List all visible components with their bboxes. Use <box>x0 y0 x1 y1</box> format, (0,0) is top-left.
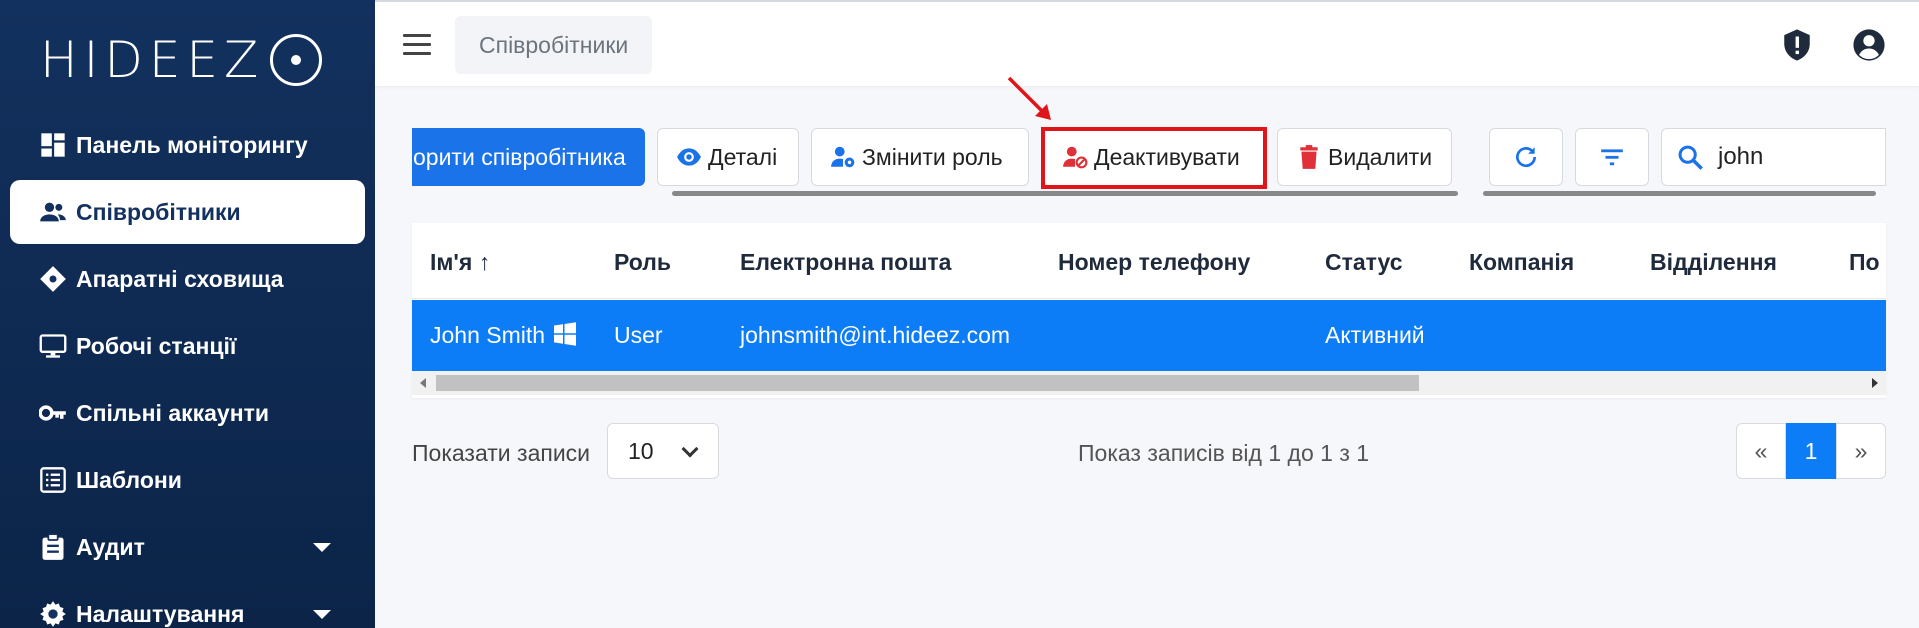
filter-button[interactable] <box>1575 128 1649 186</box>
column-header-email[interactable]: Електронна пошта <box>740 249 951 276</box>
sidebar-item-label: Спільні аккаунти <box>76 399 270 426</box>
change-role-label: Змінити роль <box>862 143 1003 170</box>
deactivate-button[interactable]: Деактивувати <box>1043 128 1265 186</box>
user-circle-icon[interactable] <box>1852 28 1886 62</box>
hamburger-menu-icon[interactable] <box>403 34 431 56</box>
key-icon <box>38 398 68 428</box>
column-header-status[interactable]: Статус <box>1325 249 1403 276</box>
sidebar-item-label: Робочі станції <box>76 332 237 359</box>
sidebar-item-dashboard[interactable]: Панель моніторингу <box>10 113 365 177</box>
table-row[interactable]: John Smith User johnsmith@int.hideez.com… <box>412 300 1886 371</box>
hardware-vault-icon <box>38 264 68 294</box>
refresh-button[interactable] <box>1489 128 1563 186</box>
employees-table: Ім'я ↑ Роль Електронна пошта Номер телеф… <box>412 223 1886 398</box>
deactivate-label: Деактивувати <box>1094 143 1240 170</box>
sidebar-item-label: Аудит <box>76 533 145 560</box>
sidebar-item-audit[interactable]: Аудит <box>10 515 365 579</box>
logo-text: HIDEEZ <box>40 31 265 89</box>
windows-icon <box>554 322 577 346</box>
hideez-logo[interactable]: HIDEEZ <box>40 31 323 89</box>
cell-email: johnsmith@int.hideez.com <box>740 322 1011 348</box>
create-employee-label: орити співробітника <box>413 143 626 170</box>
create-employee-button[interactable]: орити співробітника <box>412 128 645 186</box>
clipboard-icon <box>38 532 68 562</box>
chevron-down-icon <box>681 440 699 458</box>
column-header-department[interactable]: Відділення <box>1650 249 1777 276</box>
eye-icon <box>677 148 701 166</box>
delete-button[interactable]: Видалити <box>1277 128 1452 186</box>
column-header-phone[interactable]: Номер телефону <box>1058 249 1250 276</box>
trash-icon <box>1300 145 1318 169</box>
sidebar-item-hardware-vaults[interactable]: Апаратні сховища <box>10 247 365 311</box>
chevron-down-icon <box>313 610 331 619</box>
scroll-left-icon[interactable] <box>420 378 426 388</box>
cell-name: John Smith <box>430 322 577 349</box>
gear-icon <box>38 599 68 628</box>
breadcrumb[interactable]: Співробітники <box>455 16 653 74</box>
shield-alert-icon[interactable] <box>1780 28 1814 62</box>
page-prev-button[interactable]: « <box>1736 423 1786 479</box>
filter-icon <box>1601 149 1623 166</box>
search-icon <box>1678 145 1703 170</box>
cell-status: Активний <box>1325 322 1425 348</box>
table-horizontal-scrollbar[interactable] <box>412 371 1886 395</box>
cell-role: User <box>614 322 663 348</box>
page-size-select[interactable]: 10 <box>607 423 719 479</box>
logo-mark-icon <box>270 34 323 86</box>
column-header-role[interactable]: Роль <box>614 249 671 276</box>
search-input[interactable]: john <box>1661 128 1886 186</box>
sidebar-item-label: Апаратні сховища <box>76 265 284 292</box>
records-info: Показ записів від 1 до 1 з 1 <box>1078 440 1370 466</box>
page-1-button[interactable]: 1 <box>1786 423 1836 479</box>
column-header-name[interactable]: Ім'я ↑ <box>430 249 490 276</box>
details-label: Деталі <box>708 143 778 170</box>
scroll-right-icon[interactable] <box>1872 378 1878 388</box>
table-header: Ім'я ↑ Роль Електронна пошта Номер телеф… <box>412 223 1886 299</box>
dashboard-icon <box>38 130 68 160</box>
scrollbar-thumb[interactable] <box>436 375 1419 391</box>
user-cog-icon <box>831 146 855 168</box>
user-block-icon <box>1063 146 1088 169</box>
page-size-value: 10 <box>628 437 654 464</box>
page-size-label: Показати записи <box>412 440 591 466</box>
sidebar-item-workstations[interactable]: Робочі станції <box>10 314 365 378</box>
column-header-company[interactable]: Компанія <box>1469 249 1574 276</box>
monitor-icon <box>38 331 68 361</box>
sidebar-item-label: Налаштування <box>76 600 245 627</box>
search-value: john <box>1718 143 1764 170</box>
sidebar-item-shared-accounts[interactable]: Спільні аккаунти <box>10 381 365 445</box>
delete-label: Видалити <box>1328 143 1433 170</box>
sort-asc-icon: ↑ <box>478 249 491 275</box>
template-list-icon <box>38 465 68 495</box>
column-header-position[interactable]: По <box>1849 249 1880 276</box>
users-icon <box>38 197 68 227</box>
top-bar: Співробітники <box>375 0 1919 86</box>
sidebar-item-label: Панель моніторингу <box>76 131 308 158</box>
page-next-button[interactable]: » <box>1836 423 1886 479</box>
chevron-down-icon <box>313 543 331 552</box>
toolbar-scrollbar-right[interactable] <box>1483 191 1876 196</box>
annotation-arrow-icon <box>1007 76 1051 120</box>
sidebar: HIDEEZ Панель моніторингу Співробітники … <box>0 0 375 628</box>
sidebar-item-employees[interactable]: Співробітники <box>10 180 365 244</box>
sidebar-item-settings[interactable]: Налаштування <box>10 582 365 628</box>
sidebar-item-label: Шаблони <box>76 466 182 493</box>
sidebar-item-label: Співробітники <box>76 198 241 225</box>
toolbar-scrollbar[interactable] <box>672 191 1458 196</box>
change-role-button[interactable]: Змінити роль <box>811 128 1029 186</box>
details-button[interactable]: Деталі <box>657 128 799 186</box>
sidebar-nav: Панель моніторингу Співробітники Апаратн… <box>10 113 365 628</box>
refresh-icon <box>1516 147 1537 168</box>
pagination: « 1 » <box>1736 423 1886 479</box>
sidebar-item-templates[interactable]: Шаблони <box>10 448 365 512</box>
